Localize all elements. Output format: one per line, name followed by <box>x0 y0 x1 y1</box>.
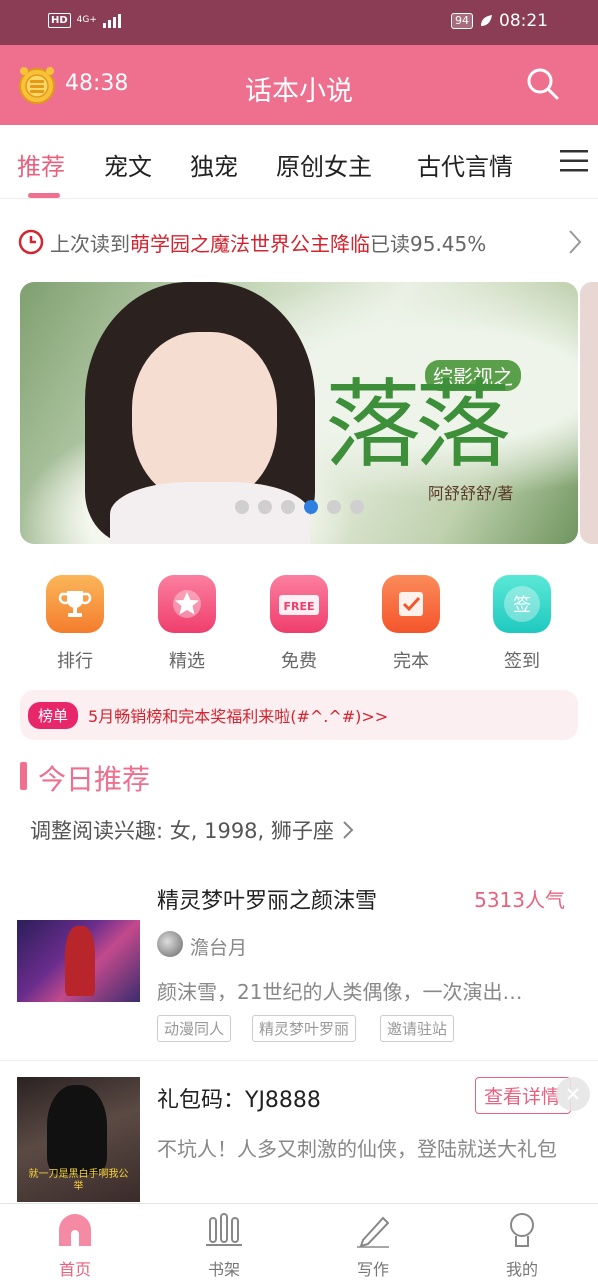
ranking-notice[interactable]: 榜单 5月畅销榜和完本奖福利来啦(#^.^#)>> <box>20 690 578 740</box>
notice-text: 5月畅销榜和完本奖福利来啦(#^.^#)>> <box>88 707 389 726</box>
quick-nav: 排行 精选 FREE 免费 完本 签 签到 <box>0 575 598 675</box>
notice-badge: 榜单 <box>28 701 79 729</box>
search-icon[interactable] <box>526 67 560 101</box>
app-header: 48:38 话本小说 <box>0 45 598 125</box>
nav-label: 我的 <box>505 1260 538 1279</box>
network-type: 4G+ <box>76 14 97 25</box>
tab-recommend[interactable]: 推荐 <box>17 147 65 182</box>
nav-label: 首页 <box>58 1260 91 1279</box>
banner-author: 阿舒舒舒/著 <box>428 484 514 503</box>
last-read-book: 萌学园之魔法世界公主降临 <box>130 231 370 256</box>
free-tag-icon: FREE <box>270 575 328 633</box>
book-author: 澹台月 <box>190 937 248 959</box>
home-icon <box>59 1214 91 1246</box>
nav-write[interactable]: 写作 <box>338 1212 408 1280</box>
book-tag[interactable]: 动漫同人 <box>157 1015 232 1042</box>
active-tab-indicator <box>28 193 60 198</box>
quick-nav-free[interactable]: FREE 免费 <box>259 575 339 673</box>
svg-text:FREE: FREE <box>283 600 314 613</box>
nav-profile[interactable]: 我的 <box>487 1212 557 1280</box>
section-marker <box>20 762 27 790</box>
hd-indicator: HD <box>48 12 71 28</box>
quick-nav-featured[interactable]: 精选 <box>147 575 227 673</box>
ad-description: 不坑人！人多又刺激的仙侠，登陆就送大礼包 <box>157 1137 557 1161</box>
carousel-dot[interactable] <box>281 500 295 514</box>
trophy-icon <box>46 575 104 633</box>
quick-nav-label: 排行 <box>57 651 93 672</box>
check-box-icon <box>382 575 440 633</box>
status-bar: HD 4G+ 94 08:21 <box>0 0 598 45</box>
status-left: HD 4G+ <box>48 12 121 28</box>
book-cover[interactable] <box>17 920 140 1002</box>
book-description: 颜沫雪，21世纪的人类偶像，一次演出… <box>157 980 523 1004</box>
ad-cover-caption: 就一刀是黑白手啊我公举 <box>28 1169 129 1192</box>
tab-pet-story[interactable]: 宠文 <box>104 147 152 182</box>
chevron-right-icon <box>343 821 354 839</box>
star-icon <box>158 575 216 633</box>
nav-label: 书架 <box>207 1260 240 1279</box>
quick-nav-label: 完本 <box>393 651 429 672</box>
close-icon <box>567 1088 579 1100</box>
status-right: 94 08:21 <box>451 11 548 31</box>
adjust-interest-link[interactable]: 调整阅读兴趣: 女, 1998, 狮子座 <box>30 815 354 845</box>
quick-nav-sign-in[interactable]: 签 签到 <box>482 575 562 673</box>
carousel-dot[interactable] <box>258 500 272 514</box>
bookshelf-icon <box>206 1213 242 1246</box>
interest-text: 调整阅读兴趣: 女, 1998, 狮子座 <box>30 819 334 843</box>
banner-title: 落落 <box>325 369 511 481</box>
section-title: 今日推荐 <box>38 763 151 796</box>
carousel-dot[interactable] <box>235 500 249 514</box>
nav-bookshelf[interactable]: 书架 <box>189 1212 259 1280</box>
divider <box>0 1060 598 1061</box>
banner-next-peek[interactable] <box>580 282 598 544</box>
nav-label: 写作 <box>356 1260 389 1279</box>
menu-icon[interactable] <box>560 149 588 173</box>
clock-icon <box>18 229 44 255</box>
tab-ancient-romance[interactable]: 古代言情 <box>417 147 513 182</box>
quick-nav-label: 免费 <box>281 651 317 672</box>
quick-nav-label: 精选 <box>169 651 205 672</box>
quick-nav-label: 签到 <box>504 651 540 672</box>
category-tabs: 推荐 宠文 独宠 原创女主 古代言情 <box>0 125 598 199</box>
book-tag[interactable]: 邀请驻站 <box>380 1015 455 1042</box>
nav-home[interactable]: 首页 <box>40 1212 110 1280</box>
last-read-prefix: 上次读到 <box>50 231 130 256</box>
close-ad-button[interactable] <box>556 1077 590 1111</box>
carousel-dot[interactable] <box>350 500 364 514</box>
battery-icon: 94 <box>451 13 473 29</box>
book-popularity: 5313人气 <box>474 888 565 912</box>
carousel-dot[interactable] <box>327 500 341 514</box>
tab-exclusive-pet[interactable]: 独宠 <box>190 147 238 182</box>
clock-time: 08:21 <box>499 11 548 31</box>
banner-face <box>132 332 277 502</box>
quick-nav-completed[interactable]: 完本 <box>371 575 451 673</box>
ad-title[interactable]: 礼包码：YJ8888 <box>157 1082 321 1114</box>
carousel-dot-active[interactable] <box>304 500 318 514</box>
leaf-icon <box>481 15 492 26</box>
app-title: 话本小说 <box>245 76 353 107</box>
tab-original-heroine[interactable]: 原创女主 <box>276 147 372 182</box>
cover-figure <box>65 926 95 996</box>
last-read-progress: 已读95.45% <box>370 231 487 256</box>
sign-in-icon: 签 <box>493 575 551 633</box>
book-title[interactable]: 精灵梦叶罗丽之颜沫雪 <box>157 883 377 915</box>
signal-icon <box>102 12 121 28</box>
sign-in-glyph: 签 <box>504 586 540 622</box>
ad-cover[interactable]: 就一刀是黑白手啊我公举 <box>17 1077 140 1202</box>
quick-nav-ranking[interactable]: 排行 <box>35 575 115 673</box>
chevron-right-icon <box>569 230 582 254</box>
bottom-nav: 首页 书架 写作 我的 <box>0 1203 598 1280</box>
profile-icon <box>510 1213 534 1247</box>
cover-figure <box>47 1085 107 1175</box>
last-read-bar[interactable]: 上次读到 萌学园之魔法世界公主降临 已读95.45% <box>18 225 583 259</box>
pen-icon <box>357 1216 390 1248</box>
carousel-dots <box>235 500 364 514</box>
avatar <box>157 931 183 957</box>
book-tag[interactable]: 精灵梦叶罗丽 <box>252 1015 357 1042</box>
